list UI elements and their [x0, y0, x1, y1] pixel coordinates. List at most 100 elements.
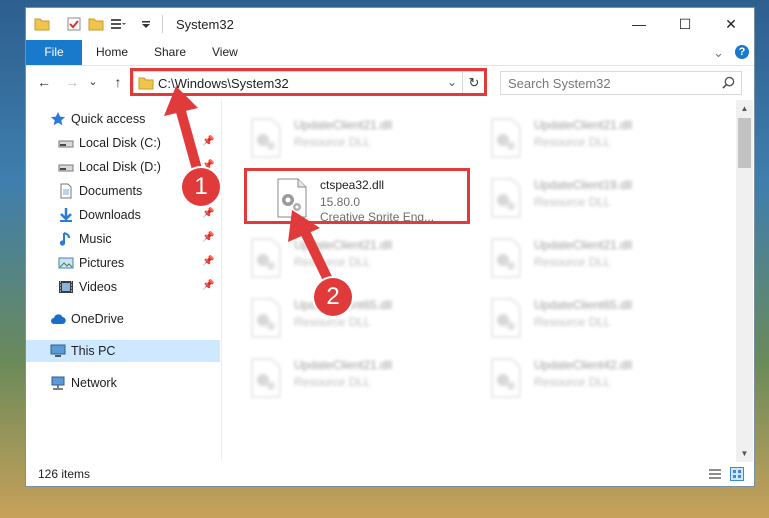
file-name: UpdateClient21.dll: [294, 358, 393, 372]
file-name: UpdateClient65.dll: [534, 298, 633, 312]
file-name: UpdateClient21.dll: [534, 118, 633, 132]
tab-view[interactable]: View: [212, 40, 238, 65]
customize-qa-icon[interactable]: [110, 16, 126, 32]
close-button[interactable]: ✕: [708, 8, 754, 40]
sidebar-item-pictures[interactable]: Pictures 📌: [26, 252, 220, 274]
tab-home[interactable]: Home: [96, 40, 128, 65]
properties-icon[interactable]: [66, 16, 82, 32]
title-bar: System32 — ☐ ✕: [26, 8, 754, 40]
dll-file-icon: [491, 238, 521, 278]
file-name: UpdateClient21.dll: [294, 118, 393, 132]
sidebar-item-label: Local Disk (C:): [79, 136, 161, 150]
file-item[interactable]: UpdateClient21.dll Resource DLL: [242, 232, 482, 282]
file-item[interactable]: UpdateClient42.dll Resource DLL: [482, 352, 722, 402]
sidebar-item-label: Videos: [79, 280, 117, 294]
item-count: 126 items: [38, 467, 91, 481]
back-button[interactable]: ←: [34, 72, 54, 92]
sidebar-item-videos[interactable]: Videos 📌: [26, 276, 220, 298]
pc-icon: [50, 344, 66, 357]
downloads-icon: [60, 208, 72, 222]
sidebar-item-onedrive[interactable]: OneDrive: [26, 308, 220, 330]
pictures-icon: [58, 257, 74, 269]
file-name: UpdateClient21.dll: [534, 238, 633, 252]
pin-icon: 📌: [202, 208, 215, 219]
step-badge-1: 1: [182, 168, 220, 206]
file-item[interactable]: UpdateClient21.dll Resource DLL: [242, 352, 482, 402]
sidebar-item-downloads[interactable]: Downloads 📌: [26, 204, 220, 226]
drive-icon: [58, 164, 74, 172]
file-description: Resource DLL: [534, 195, 611, 209]
sidebar-item-label: Downloads: [79, 208, 141, 222]
help-button[interactable]: ?: [735, 45, 749, 59]
search-input[interactable]: Search System32: [508, 76, 611, 91]
file-description: Resource DLL: [294, 375, 371, 389]
search-icon: [722, 76, 735, 89]
large-icons-view-icon[interactable]: [730, 467, 744, 481]
drive-icon: [58, 140, 74, 148]
file-item[interactable]: UpdateClient21.dll Resource DLL: [242, 112, 482, 162]
dll-file-icon: [491, 358, 521, 398]
sidebar-item-label: OneDrive: [71, 312, 124, 326]
chevron-down-icon[interactable]: [138, 16, 154, 32]
vertical-scrollbar[interactable]: ▲ ▼: [736, 100, 753, 462]
dll-file-icon: [251, 358, 281, 398]
dll-file-icon: [251, 298, 281, 338]
dll-file-icon: [251, 238, 281, 278]
search-box[interactable]: Search System32: [500, 71, 742, 95]
sidebar-item-label: Documents: [79, 184, 143, 198]
dll-file-icon: [491, 178, 521, 218]
navigation-bar: ← → ⌄ ↑ C:\Windows\System32 ⌄ ↻ Search S…: [26, 66, 754, 98]
file-description: Resource DLL: [534, 375, 611, 389]
sidebar-item-music[interactable]: Music 📌: [26, 228, 220, 250]
dll-file-icon: [491, 118, 521, 158]
network-icon: [51, 376, 65, 390]
ribbon-tabs: File Home Share View ⌄ ?: [26, 40, 754, 66]
scroll-down-arrow[interactable]: ▼: [736, 445, 753, 462]
step-badge-2: 2: [314, 278, 352, 316]
tab-share[interactable]: Share: [154, 40, 186, 65]
forward-button[interactable]: →: [62, 72, 82, 92]
dll-file-icon: [491, 298, 521, 338]
recent-locations-button[interactable]: ⌄: [86, 72, 100, 92]
file-item[interactable]: UpdateClient65.dll Resource DLL: [482, 292, 722, 342]
file-description: Resource DLL: [294, 315, 371, 329]
details-view-icon[interactable]: [708, 467, 722, 481]
tab-file[interactable]: File: [26, 40, 82, 65]
window-title: System32: [176, 17, 234, 32]
videos-icon: [59, 281, 73, 293]
pin-icon: 📌: [202, 232, 215, 243]
file-item[interactable]: UpdateClient21.dll Resource DLL: [482, 232, 722, 282]
scroll-up-arrow[interactable]: ▲: [736, 100, 753, 117]
sidebar-item-network[interactable]: Network: [26, 372, 220, 394]
file-item[interactable]: UpdateClient65.dll Resource DLL: [242, 292, 482, 342]
maximize-button[interactable]: ☐: [662, 8, 708, 40]
file-name: UpdateClient42.dll: [534, 358, 633, 372]
file-description: Resource DLL: [534, 135, 611, 149]
file-description: Resource DLL: [534, 315, 611, 329]
star-icon: [50, 112, 66, 126]
sidebar-item-label: Local Disk (D:): [79, 160, 161, 174]
sidebar-item-label: Quick access: [71, 112, 146, 126]
explorer-window: System32 — ☐ ✕ File Home Share View ⌄ ? …: [26, 8, 754, 486]
pin-icon: 📌: [202, 256, 215, 267]
cloud-icon: [51, 314, 66, 325]
up-button[interactable]: ↑: [108, 72, 128, 92]
sidebar-item-label: Music: [79, 232, 112, 246]
status-bar: 126 items: [26, 462, 754, 486]
minimize-button[interactable]: —: [616, 8, 662, 40]
file-description: Resource DLL: [534, 255, 611, 269]
folder-icon: [34, 18, 50, 31]
dll-file-icon: [251, 118, 281, 158]
pin-icon: 📌: [202, 280, 215, 291]
sidebar-item-this-pc[interactable]: This PC: [26, 340, 220, 362]
file-item[interactable]: UpdateClient19.dll Resource DLL: [482, 172, 722, 222]
file-item[interactable]: UpdateClient21.dll Resource DLL: [482, 112, 722, 162]
ribbon-collapse-button[interactable]: ⌄: [713, 40, 724, 65]
scroll-thumb[interactable]: [738, 118, 751, 168]
new-folder-icon[interactable]: [88, 16, 104, 32]
sidebar-item-label: Pictures: [79, 256, 125, 270]
file-name: UpdateClient19.dll: [534, 178, 633, 192]
file-description: Resource DLL: [294, 135, 371, 149]
music-icon: [59, 232, 70, 246]
title-divider: [162, 15, 163, 33]
